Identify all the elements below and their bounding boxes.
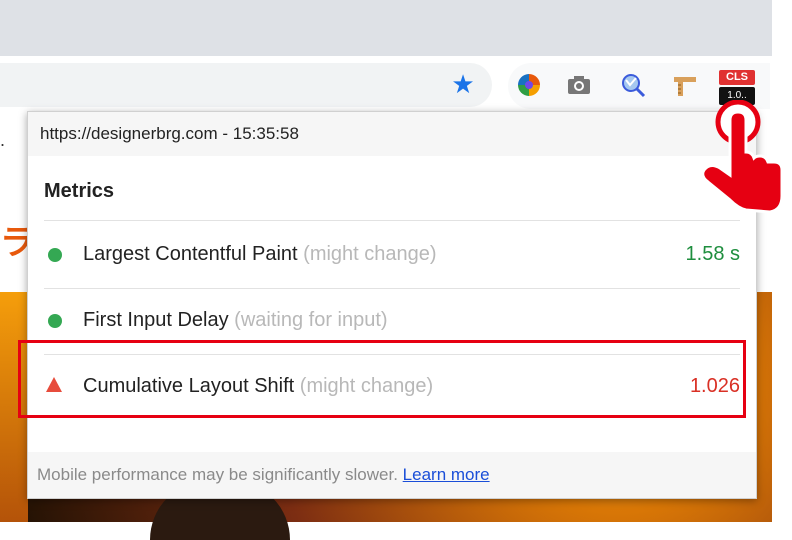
color-wheel-icon[interactable] — [516, 72, 542, 98]
highlight-box — [18, 340, 746, 418]
divider — [44, 220, 740, 221]
cls-badge-label: CLS — [719, 70, 755, 85]
metrics-heading: Metrics — [44, 180, 115, 202]
magnifier-icon[interactable] — [620, 72, 646, 98]
footer-message: Mobile performance may be significantly … — [37, 465, 398, 484]
tab-strip — [0, 0, 772, 56]
page-url-timestamp: https://designerbrg.com - 15:35:58 — [40, 124, 299, 143]
metric-label: Largest Contentful Paint (might change) — [83, 243, 437, 266]
camera-icon[interactable] — [566, 72, 592, 98]
learn-more-link[interactable]: Learn more — [403, 465, 490, 484]
address-bar[interactable] — [0, 63, 492, 107]
metric-row-lcp: Largest Contentful Paint (might change) … — [44, 223, 740, 287]
metric-name: First Input Delay — [83, 309, 229, 331]
page-text-fragment: . — [0, 130, 6, 150]
status-good-icon — [48, 248, 62, 262]
metric-name: Largest Contentful Paint — [83, 243, 298, 265]
popup-header: https://designerbrg.com - 15:35:58 — [28, 112, 756, 156]
web-vitals-popup: https://designerbrg.com - 15:35:58 Metri… — [27, 111, 757, 499]
popup-footer: Mobile performance may be significantly … — [28, 452, 756, 498]
ruler-icon[interactable] — [672, 72, 698, 98]
bookmark-star-icon[interactable]: ★ — [450, 71, 476, 97]
metric-label: First Input Delay (waiting for input) — [83, 309, 388, 332]
pointing-hand-icon — [701, 100, 784, 214]
metric-hint: (waiting for input) — [234, 309, 388, 331]
metric-value: 1.58 s — [685, 243, 740, 265]
metric-hint: (might change) — [303, 243, 437, 265]
status-good-icon — [48, 314, 62, 328]
footer-note: Mobile performance may be significantly … — [37, 465, 490, 485]
